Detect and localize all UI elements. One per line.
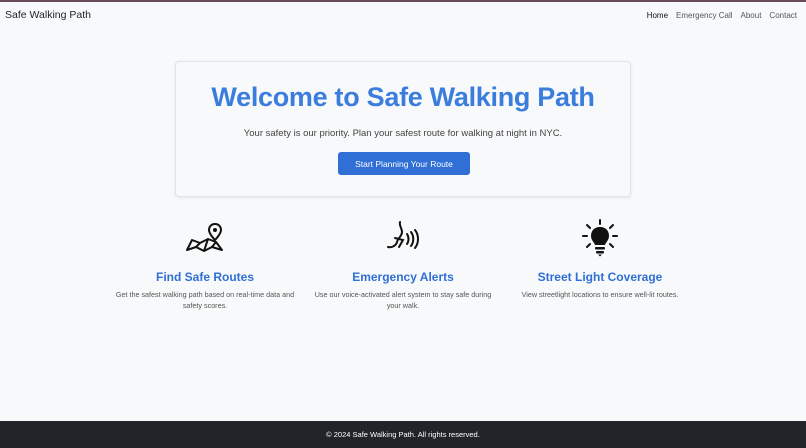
brand-logo[interactable]: Safe Walking Path bbox=[5, 9, 91, 21]
feature-title: Street Light Coverage bbox=[537, 270, 663, 284]
feature-emergency-alerts: Emergency Alerts Use our voice-activated… bbox=[303, 218, 503, 311]
feature-title: Emergency Alerts bbox=[352, 270, 454, 284]
footer: © 2024 Safe Walking Path. All rights res… bbox=[0, 421, 806, 448]
nav-emergency-call[interactable]: Emergency Call bbox=[672, 11, 736, 20]
feature-description: Use our voice-activated alert system to … bbox=[314, 290, 492, 310]
hero-title: Welcome to Safe Walking Path bbox=[211, 82, 595, 112]
feature-find-safe-routes: Find Safe Routes Get the safest walking … bbox=[105, 218, 305, 311]
feature-description: View streetlight locations to ensure wel… bbox=[521, 290, 679, 299]
navbar: Safe Walking Path Home Emergency Call Ab… bbox=[0, 2, 806, 28]
feature-street-light-coverage: Street Light Coverage View streetlight l… bbox=[500, 218, 700, 300]
voice-alert-icon bbox=[303, 218, 503, 258]
footer-copyright: © 2024 Safe Walking Path. All rights res… bbox=[326, 430, 480, 439]
nav-home[interactable]: Home bbox=[643, 11, 672, 20]
start-planning-button[interactable]: Start Planning Your Route bbox=[338, 152, 470, 175]
feature-description: Get the safest walking path based on rea… bbox=[115, 290, 295, 310]
nav-about[interactable]: About bbox=[737, 11, 766, 20]
hero-card: Welcome to Safe Walking Path Your safety… bbox=[175, 61, 631, 197]
feature-title: Find Safe Routes bbox=[155, 270, 254, 284]
nav-links: Home Emergency Call About Contact bbox=[643, 11, 801, 20]
hero-subtitle: Your safety is our priority. Plan your s… bbox=[243, 128, 563, 139]
nav-contact[interactable]: Contact bbox=[765, 11, 801, 20]
map-pin-icon bbox=[105, 218, 305, 258]
light-bulb-icon bbox=[500, 218, 700, 258]
